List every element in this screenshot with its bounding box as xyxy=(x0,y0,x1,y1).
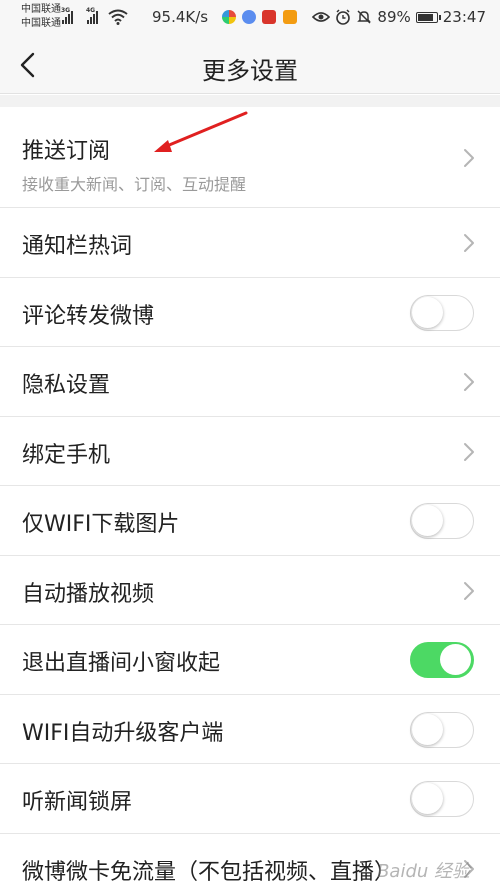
battery-fill xyxy=(417,13,433,21)
app-notification-icon xyxy=(222,10,236,24)
video-app-icon xyxy=(283,10,297,24)
settings-row-label: 听新闻锁屏 xyxy=(22,790,133,815)
toggle-knob xyxy=(440,644,471,675)
toggle-switch[interactable] xyxy=(410,711,474,748)
settings-row-label: 退出直播间小窗收起 xyxy=(22,651,221,676)
settings-row-label: 绑定手机 xyxy=(22,442,111,468)
settings-row[interactable]: 绑定手机 xyxy=(0,417,500,486)
settings-row[interactable]: WIFI自动升级客户端 xyxy=(0,695,500,764)
settings-row[interactable]: 自动播放视频 xyxy=(0,556,500,625)
toggle-switch[interactable] xyxy=(410,781,474,817)
section-gap xyxy=(0,95,500,107)
signal-group: 3G 4G xyxy=(61,7,128,27)
settings-row[interactable]: 隐私设置 xyxy=(0,347,500,417)
toggle-switch[interactable] xyxy=(410,503,474,539)
settings-row-subtitle: 接收重大新闻、订阅、互动提醒 xyxy=(22,175,247,194)
alarm-icon xyxy=(336,9,351,25)
settings-row-label: 评论转发微博 xyxy=(22,303,155,329)
status-right: 89% 23:47 xyxy=(312,8,486,26)
page-title: 更多设置 xyxy=(202,57,298,85)
chevron-right-icon xyxy=(464,373,474,391)
signal-2-label: 4G xyxy=(86,7,96,14)
toggle-knob xyxy=(412,783,443,814)
status-bar: 中国联通 中国联通 3G 4G 95.4K/s 89% 23:47 xyxy=(0,0,500,36)
toggle-switch[interactable] xyxy=(410,642,474,678)
carrier-2: 中国联通 xyxy=(21,18,61,29)
chevron-right-icon xyxy=(464,149,474,167)
signal-icon: 4G xyxy=(86,7,98,24)
news-app-icon xyxy=(262,10,276,24)
settings-row-label: 自动播放视频 xyxy=(22,581,155,607)
eye-icon xyxy=(312,12,331,22)
wifi-icon xyxy=(108,9,128,25)
settings-row[interactable]: 评论转发微博 xyxy=(0,278,500,347)
music-app-icon xyxy=(242,10,256,24)
chevron-right-icon xyxy=(464,234,474,252)
annotation-arrow xyxy=(154,111,248,152)
chevron-right-icon xyxy=(464,442,474,461)
mute-icon xyxy=(357,10,372,24)
settings-row[interactable]: 推送订阅接收重大新闻、订阅、互动提醒 xyxy=(0,107,500,208)
nav-bar: 更多设置 xyxy=(0,36,500,94)
battery-percent: 89% xyxy=(377,8,411,26)
settings-row[interactable]: 退出直播间小窗收起 xyxy=(0,625,500,695)
settings-row[interactable]: 仅WIFI下载图片 xyxy=(0,486,500,556)
carrier-1: 中国联通 xyxy=(21,4,61,15)
settings-list: 推送订阅接收重大新闻、订阅、互动提醒通知栏热词评论转发微博 隐私设置绑定手机仅WI… xyxy=(0,107,500,889)
settings-row-label: 推送订阅 xyxy=(22,139,111,164)
toggle-knob xyxy=(412,505,443,536)
settings-row-label: 微博微卡免流量（不包括视频、直播） xyxy=(22,859,397,885)
net-speed: 95.4K/s xyxy=(152,8,209,26)
watermark: Baidu 经验 xyxy=(377,861,470,882)
signal-icon: 3G xyxy=(61,7,73,24)
settings-row-label: 仅WIFI下载图片 xyxy=(22,512,180,537)
settings-row-label: 隐私设置 xyxy=(22,373,111,398)
settings-row[interactable]: 听新闻锁屏 xyxy=(0,764,500,834)
signal-1-label: 3G xyxy=(61,7,71,14)
toggle-switch[interactable] xyxy=(410,294,474,331)
carrier-labels: 中国联通 中国联通 xyxy=(21,3,61,31)
battery-icon xyxy=(415,11,441,23)
settings-row-label: 通知栏热词 xyxy=(22,234,133,259)
settings-row-label: WIFI自动升级客户端 xyxy=(22,720,224,746)
clock: 23:47 xyxy=(442,8,486,26)
settings-row[interactable]: 通知栏热词 xyxy=(0,208,500,278)
chevron-right-icon xyxy=(464,581,474,600)
toggle-knob xyxy=(412,713,443,745)
toggle-knob xyxy=(412,296,443,328)
